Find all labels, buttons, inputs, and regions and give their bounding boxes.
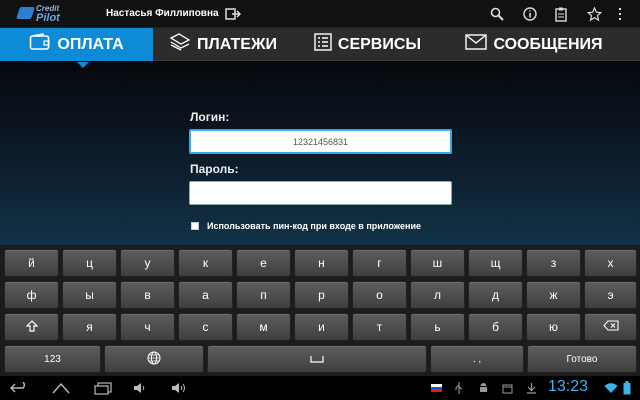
app-window: Credit Pilot Настасья Филлиповна ОПЛАТА	[0, 0, 640, 400]
calendar-icon	[501, 379, 513, 397]
download-icon	[525, 379, 537, 397]
android-debug-icon	[477, 379, 489, 397]
key-ж[interactable]: ж	[526, 281, 581, 309]
pin-code-checkbox[interactable]	[191, 222, 199, 230]
key-я[interactable]: я	[62, 313, 117, 341]
key-ш[interactable]: ш	[410, 249, 465, 277]
shift-icon	[25, 319, 38, 335]
key-д[interactable]: д	[468, 281, 523, 309]
main-tabs: ОПЛАТА ПЛАТЕЖИ СЕРВИСЫ СООБЩЕНИЯ	[0, 28, 640, 61]
key-с[interactable]: с	[178, 313, 233, 341]
overflow-menu-icon[interactable]	[614, 5, 626, 23]
language-key[interactable]	[104, 345, 204, 373]
user-name: Настасья Филлиповна	[106, 8, 219, 19]
system-navigation-bar: 13:23	[0, 376, 640, 400]
punctuation-key[interactable]: . ,	[430, 345, 524, 373]
action-bar: Credit Pilot Настасья Филлиповна	[0, 0, 640, 28]
key-й[interactable]: й	[4, 249, 59, 277]
logo-text-pilot: Pilot	[36, 12, 60, 24]
backspace-icon	[602, 320, 619, 334]
key-п[interactable]: п	[236, 281, 291, 309]
key-и[interactable]: и	[294, 313, 349, 341]
tab-messages[interactable]: СООБЩЕНИЯ	[455, 28, 613, 61]
backspace-key[interactable]	[584, 313, 637, 341]
key-г[interactable]: г	[352, 249, 407, 277]
key-ь[interactable]: ь	[410, 313, 465, 341]
shift-key[interactable]	[4, 313, 59, 341]
space-key[interactable]	[207, 345, 427, 373]
credit-pilot-logo: Credit Pilot	[16, 5, 64, 24]
usb-icon	[453, 379, 465, 397]
clock: 13:23	[548, 378, 589, 395]
onscreen-keyboard: й ц у к е н г ш щ з х ф ы в а п р о л д …	[0, 245, 640, 376]
key-б[interactable]: б	[468, 313, 523, 341]
key-к[interactable]: к	[178, 249, 233, 277]
key-а[interactable]: а	[178, 281, 233, 309]
password-field[interactable]	[189, 181, 452, 205]
recent-apps-icon[interactable]	[92, 379, 114, 397]
key-о[interactable]: о	[352, 281, 407, 309]
key-т[interactable]: т	[352, 313, 407, 341]
login-label: Логин:	[190, 110, 230, 124]
numbers-key[interactable]: 123	[4, 345, 101, 373]
tab-payments-history[interactable]: ПЛАТЕЖИ	[160, 28, 286, 61]
logo-mark	[16, 7, 35, 19]
password-field-value	[190, 182, 451, 204]
payments-icon	[169, 33, 191, 56]
key-в[interactable]: в	[120, 281, 175, 309]
services-list-icon	[314, 33, 332, 56]
tab-services-label: СЕРВИСЫ	[337, 35, 422, 53]
tab-payments-history-label: ПЛАТЕЖИ	[197, 35, 277, 53]
wallet-icon	[29, 33, 51, 56]
key-н[interactable]: н	[294, 249, 349, 277]
home-icon[interactable]	[50, 379, 72, 397]
tab-services[interactable]: СЕРВИСЫ	[305, 28, 430, 61]
back-icon[interactable]	[8, 379, 30, 397]
tab-payment[interactable]: ОПЛАТА	[0, 28, 153, 61]
volume-down-icon[interactable]	[132, 379, 148, 397]
envelope-icon	[465, 34, 488, 55]
key-ц[interactable]: ц	[62, 249, 117, 277]
tab-messages-label: СООБЩЕНИЯ	[493, 35, 603, 53]
key-ч[interactable]: ч	[120, 313, 175, 341]
volume-up-icon[interactable]	[170, 379, 188, 397]
key-р[interactable]: р	[294, 281, 349, 309]
tab-payment-label: ОПЛАТА	[57, 35, 124, 53]
search-icon[interactable]	[488, 5, 506, 23]
info-icon[interactable]	[521, 5, 539, 23]
key-у[interactable]: у	[120, 249, 175, 277]
key-э[interactable]: э	[584, 281, 637, 309]
key-ф[interactable]: ф	[4, 281, 59, 309]
globe-icon	[147, 351, 161, 368]
key-ы[interactable]: ы	[62, 281, 117, 309]
wifi-icon	[604, 379, 618, 397]
pin-code-checkbox-label[interactable]: Использовать пин-код при входе в приложе…	[207, 221, 421, 231]
star-icon[interactable]	[585, 5, 603, 23]
key-щ[interactable]: щ	[468, 249, 523, 277]
battery-icon	[622, 379, 632, 397]
done-key[interactable]: Готово	[527, 345, 637, 373]
key-ю[interactable]: ю	[526, 313, 581, 341]
keyboard-language-flag-icon	[430, 379, 442, 397]
logout-icon[interactable]	[224, 5, 242, 23]
key-з[interactable]: з	[526, 249, 581, 277]
password-label: Пароль:	[190, 162, 239, 176]
login-field[interactable]: 12321456831	[189, 129, 452, 154]
key-х[interactable]: х	[584, 249, 637, 277]
key-м[interactable]: м	[236, 313, 291, 341]
active-tab-indicator	[77, 62, 89, 68]
clipboard-icon[interactable]	[552, 5, 570, 23]
key-л[interactable]: л	[410, 281, 465, 309]
login-field-value: 12321456831	[292, 136, 349, 147]
key-е[interactable]: е	[236, 249, 291, 277]
space-icon	[310, 352, 324, 366]
